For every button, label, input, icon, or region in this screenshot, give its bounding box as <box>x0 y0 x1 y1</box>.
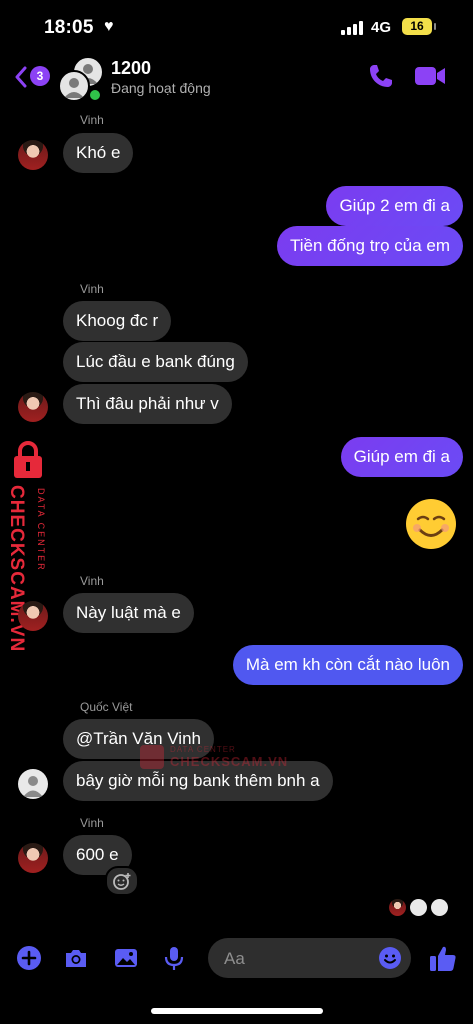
message-input-placeholder: Aa <box>224 949 245 968</box>
status-bar: 18:05 ♥ 4G 16 <box>0 0 473 52</box>
video-call-icon[interactable] <box>414 64 446 88</box>
message-input[interactable]: Aa <box>208 938 411 978</box>
message-bubble[interactable]: Giúp em đi a <box>340 437 463 477</box>
message-bubble[interactable]: Lúc đầu e bank đúng <box>63 342 248 382</box>
emoji-picker-icon[interactable] <box>378 946 402 970</box>
avatar[interactable] <box>18 843 48 873</box>
unread-badge: 3 <box>30 66 50 86</box>
sender-name: Vinh <box>80 113 104 127</box>
lock-icon <box>14 441 42 478</box>
watermark-brand: CHECKSCAM.VN <box>170 754 289 769</box>
add-reaction-icon <box>113 873 131 890</box>
sender-name: Vinh <box>80 816 104 830</box>
avatar <box>410 899 427 916</box>
message-bubble[interactable]: Này luật mà e <box>63 593 194 633</box>
heart-icon: ♥ <box>104 18 114 35</box>
chat-status: Đang hoạt động <box>111 80 211 96</box>
smiling-face-emoji-icon[interactable] <box>404 497 458 551</box>
lock-icon <box>140 745 164 769</box>
battery-icon: 16 <box>402 18 432 35</box>
avatar[interactable] <box>18 140 48 170</box>
camera-icon[interactable] <box>63 945 89 971</box>
avatar[interactable] <box>18 601 48 631</box>
avatar <box>431 899 448 916</box>
add-reaction-button[interactable] <box>105 866 139 896</box>
image-icon[interactable] <box>113 945 139 971</box>
message-bubble[interactable]: Tiền đống trọ của em <box>276 226 463 266</box>
avatar[interactable] <box>18 769 48 799</box>
avatar <box>58 70 90 102</box>
watermark-tagline: DATA CENTER <box>170 745 236 754</box>
message-bubble[interactable]: Khó e <box>63 133 134 173</box>
message-bubble[interactable]: Giúp 2 em đi a <box>326 186 463 226</box>
avatar[interactable] <box>18 392 48 422</box>
chat-title[interactable]: 1200 <box>111 58 151 79</box>
message-bubble[interactable]: Mà em kh còn cắt nào luôn <box>232 645 463 685</box>
microphone-icon[interactable] <box>161 945 187 971</box>
network-type: 4G <box>371 19 392 36</box>
online-indicator <box>88 88 102 102</box>
messenger-screen: 18:05 ♥ 4G 16 3 1200 Đang hoạt động CHEC… <box>0 0 473 1024</box>
back-button[interactable]: 3 <box>14 64 54 90</box>
phone-icon[interactable] <box>367 62 395 90</box>
signal-icon <box>341 21 365 35</box>
sender-name: Quốc Việt <box>80 700 133 714</box>
sender-name: Vinh <box>80 574 104 588</box>
plus-icon[interactable] <box>16 945 42 971</box>
status-time: 18:05 <box>44 17 94 38</box>
watermark-tagline: DATA CENTER <box>36 488 46 572</box>
message-bubble[interactable]: Thì đâu phải như v <box>63 384 232 424</box>
chevron-left-icon <box>15 66 27 88</box>
battery-cap <box>434 23 436 30</box>
group-avatar[interactable] <box>58 56 104 102</box>
thumbs-up-icon[interactable] <box>428 943 458 973</box>
home-indicator <box>151 1008 323 1014</box>
sender-name: Vinh <box>80 282 104 296</box>
message-bubble[interactable]: Khoog đc r <box>63 301 172 341</box>
message-composer: Aa <box>0 935 473 983</box>
chat-header: 3 1200 Đang hoạt động <box>0 52 473 102</box>
avatar <box>389 899 406 916</box>
